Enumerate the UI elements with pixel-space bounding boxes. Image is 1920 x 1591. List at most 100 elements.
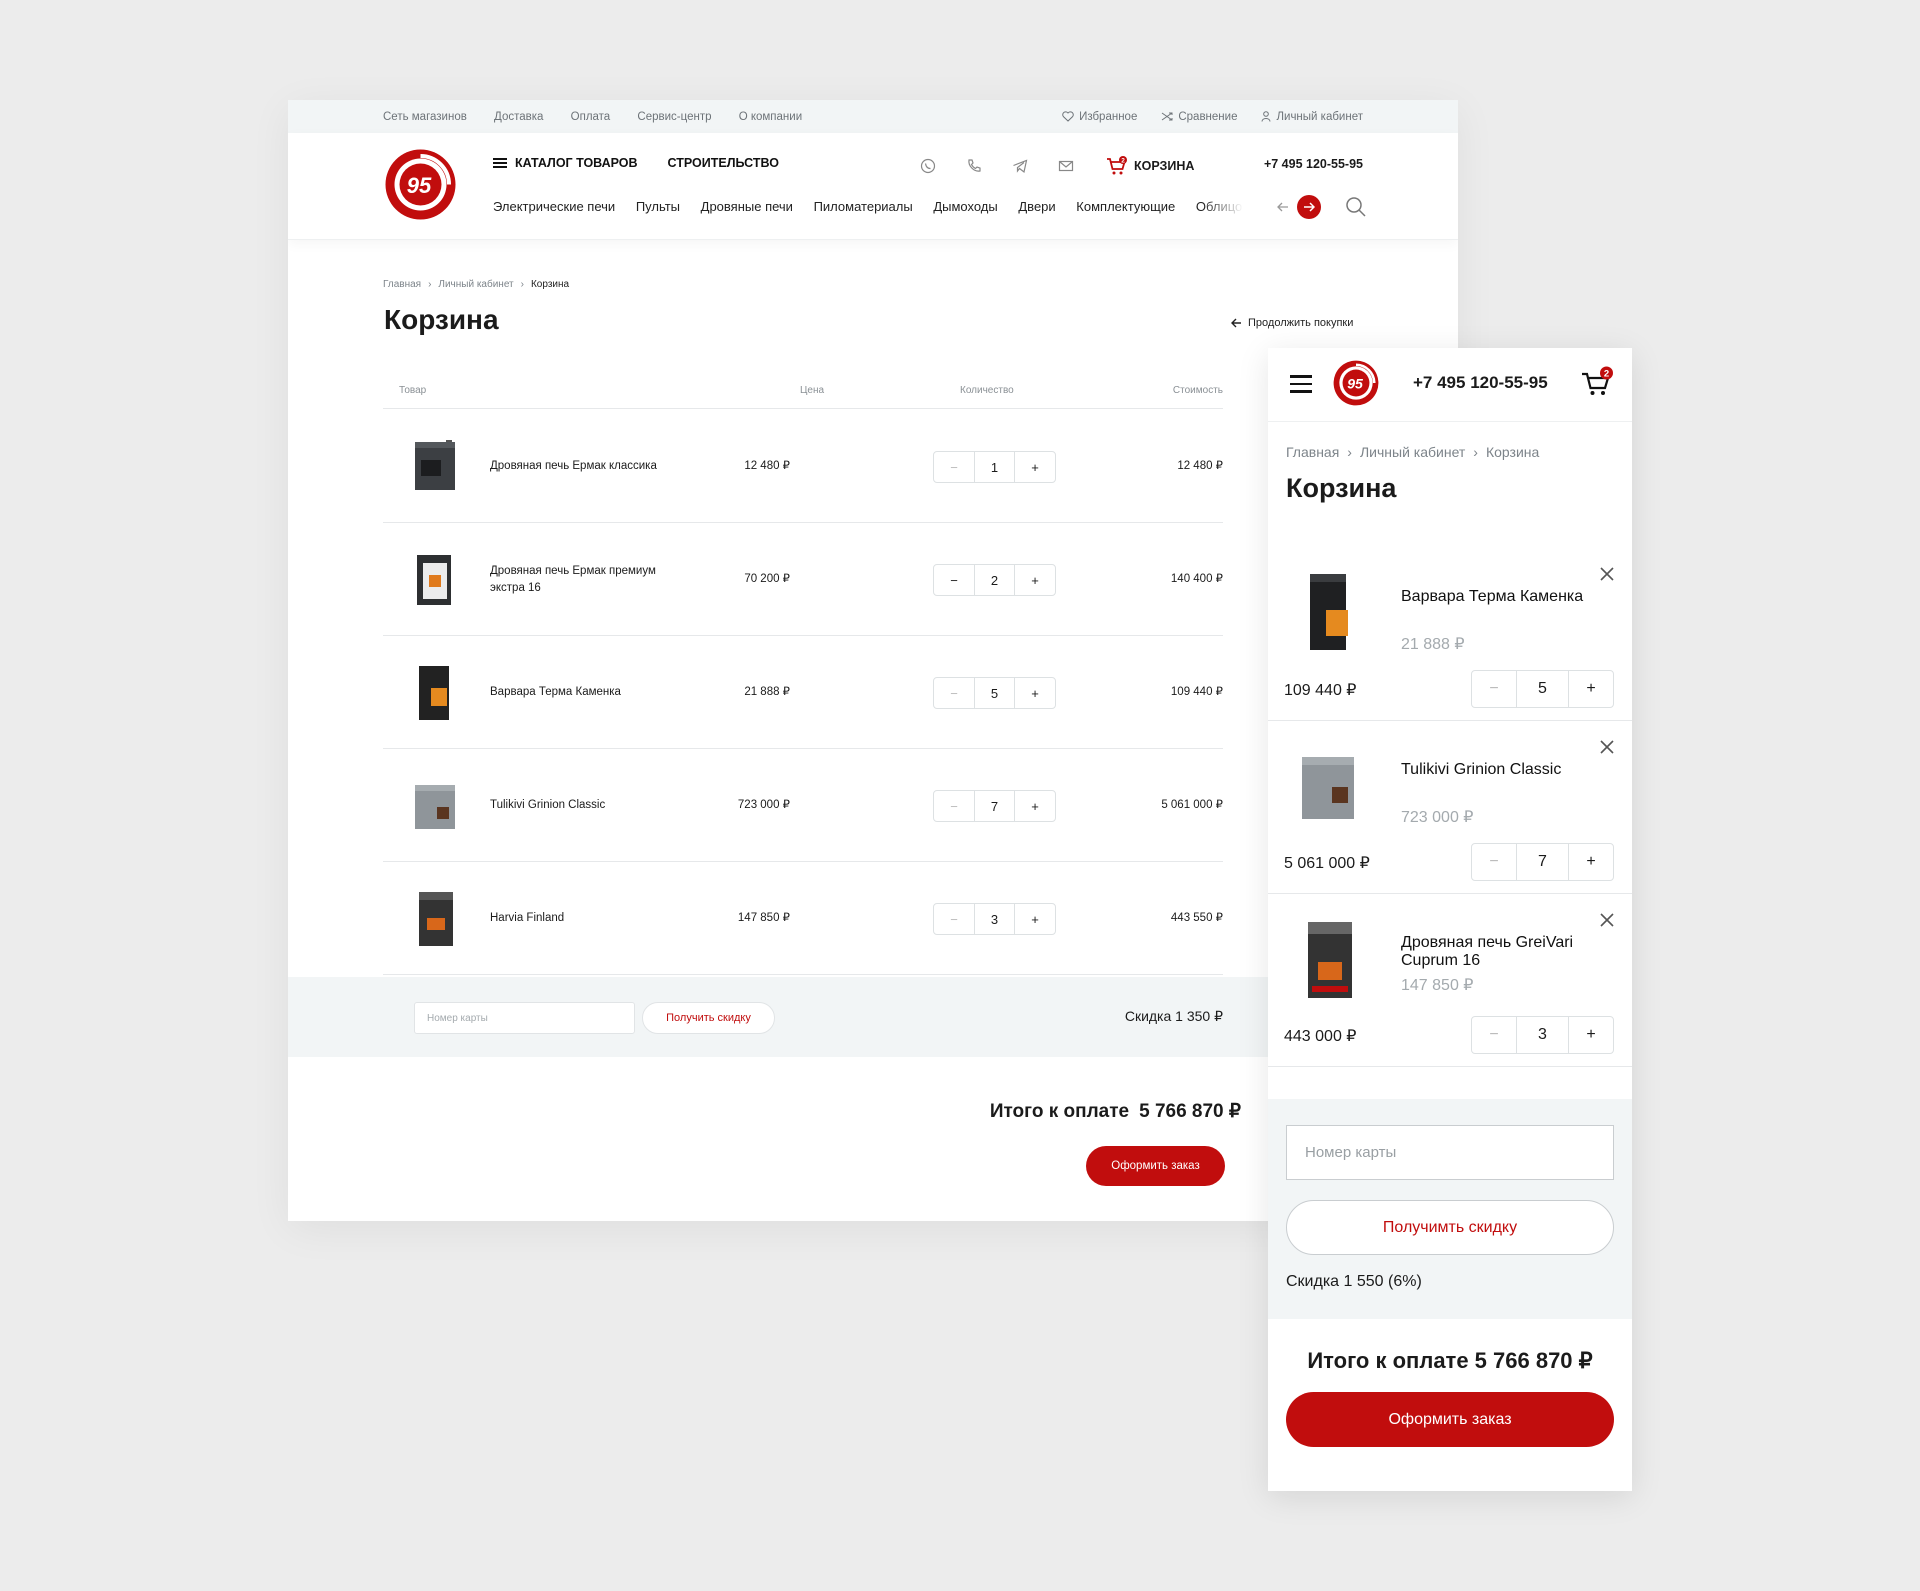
product-image[interactable] xyxy=(1288,568,1368,658)
table-header: Товар Цена Количество Стоимость xyxy=(383,385,1223,409)
header-phone[interactable]: +7 495 120-55-95 xyxy=(1413,373,1548,393)
product-name[interactable]: Дровяная печь Ермак классика xyxy=(490,410,690,523)
heart-icon xyxy=(1062,111,1074,122)
product-image[interactable] xyxy=(401,432,469,500)
product-name[interactable]: Tulikivi Grinion Classic xyxy=(490,749,690,862)
category-electric-stoves[interactable]: Электрические печи xyxy=(493,199,615,214)
product-name[interactable]: Варвара Терма Каменка xyxy=(490,636,690,749)
arrow-left-icon[interactable] xyxy=(1271,195,1295,219)
cart-icon: 2 xyxy=(1107,156,1127,175)
category-doors[interactable]: Двери xyxy=(1018,199,1055,214)
checkout-button[interactable]: Оформить заказ xyxy=(1086,1146,1225,1186)
user-icon xyxy=(1261,111,1271,122)
increase-button[interactable]: + xyxy=(1015,791,1055,821)
breadcrumb-home[interactable]: Главная xyxy=(1286,444,1339,460)
header-phone[interactable]: +7 495 120-55-95 xyxy=(1264,157,1363,171)
quantity-value[interactable]: 2 xyxy=(974,565,1015,595)
quantity-value[interactable]: 7 xyxy=(974,791,1015,821)
decrease-button[interactable]: − xyxy=(1472,1017,1516,1053)
logo[interactable]: 95 xyxy=(1332,359,1380,407)
cart-icon[interactable]: 2 xyxy=(1580,366,1616,402)
product-name[interactable]: Варвара Терма Каменка xyxy=(1401,588,1601,606)
product-image[interactable] xyxy=(401,771,469,839)
product-image[interactable] xyxy=(1288,914,1368,1004)
page-title: Корзина xyxy=(1286,473,1397,503)
product-name[interactable]: Harvia Finland xyxy=(490,862,690,975)
quantity-value[interactable]: 1 xyxy=(974,452,1015,482)
breadcrumb-account[interactable]: Личный кабинет xyxy=(1360,444,1465,460)
breadcrumb-current: Корзина xyxy=(530,279,570,290)
product-name[interactable]: Дровяная печь Ермак премиум экстра 16 xyxy=(490,523,690,636)
category-remotes[interactable]: Пульты xyxy=(636,199,680,214)
decrease-button[interactable]: − xyxy=(1472,844,1516,880)
decrease-button[interactable]: − xyxy=(934,565,974,595)
decrease-button[interactable]: − xyxy=(934,678,974,708)
increase-button[interactable]: + xyxy=(1015,904,1055,934)
compare-link[interactable]: Сравнение xyxy=(1161,111,1237,123)
category-components[interactable]: Комплектующие xyxy=(1076,199,1175,214)
product-image[interactable] xyxy=(1288,741,1368,831)
increase-button[interactable]: + xyxy=(1015,452,1055,482)
close-icon[interactable] xyxy=(1599,912,1615,928)
shuffle-icon xyxy=(1162,112,1173,121)
decrease-button[interactable]: − xyxy=(934,904,974,934)
table-row: Harvia Finland 147 850 ₽ −3 + 443 550 ₽ xyxy=(383,862,1223,975)
increase-button[interactable]: + xyxy=(1015,678,1055,708)
chevron-right-icon: › xyxy=(1473,444,1478,460)
quantity-value[interactable]: 5 xyxy=(1516,671,1569,707)
decrease-button[interactable]: − xyxy=(934,452,974,482)
product-name[interactable]: Tulikivi Grinion Classic xyxy=(1401,761,1601,779)
product-image[interactable] xyxy=(401,545,469,613)
topbar-link-service[interactable]: Сервис-центр xyxy=(637,111,711,123)
quantity-value[interactable]: 3 xyxy=(1516,1017,1569,1053)
account-link[interactable]: Личный кабинет xyxy=(1261,111,1363,123)
increase-button[interactable]: + xyxy=(1569,1017,1613,1053)
arrow-right-icon[interactable] xyxy=(1297,195,1321,219)
catalog-button[interactable]: КАТАЛОГ ТОВАРОВ xyxy=(493,156,638,170)
favorites-link[interactable]: Избранное xyxy=(1062,111,1137,123)
close-icon[interactable] xyxy=(1599,739,1615,755)
increase-button[interactable]: + xyxy=(1569,844,1613,880)
quantity-value[interactable]: 3 xyxy=(974,904,1015,934)
telegram-icon[interactable] xyxy=(1009,155,1031,177)
category-cladding[interactable]: Облицо xyxy=(1196,199,1242,214)
increase-button[interactable]: + xyxy=(1015,565,1055,595)
cart-link[interactable]: 2 КОРЗИНА xyxy=(1106,156,1194,176)
breadcrumb-account[interactable]: Личный кабинет xyxy=(438,279,513,290)
category-lumber[interactable]: Пиломатериалы xyxy=(814,199,913,214)
quantity-value[interactable]: 7 xyxy=(1516,844,1569,880)
cart-count-badge: 2 xyxy=(1604,369,1609,380)
main-nav: КАТАЛОГ ТОВАРОВ СТРОИТЕЛЬСТВО xyxy=(493,156,779,170)
phone-icon[interactable] xyxy=(963,155,985,177)
favorites-label: Избранное xyxy=(1079,110,1138,123)
get-discount-button[interactable]: Получимть скидку xyxy=(1286,1200,1614,1255)
close-icon[interactable] xyxy=(1599,566,1615,582)
card-number-input[interactable] xyxy=(414,1002,635,1034)
product-price: 70 200 ₽ xyxy=(744,573,790,585)
decrease-button[interactable]: − xyxy=(1472,671,1516,707)
topbar-link-payment[interactable]: Оплата xyxy=(571,111,611,123)
get-discount-button[interactable]: Получить скидку xyxy=(642,1002,775,1034)
product-name[interactable]: Дровяная печь GreiVari Cuprum 16 xyxy=(1401,934,1601,970)
construction-link[interactable]: СТРОИТЕЛЬСТВО xyxy=(668,156,779,170)
category-wood-stoves[interactable]: Дровяные печи xyxy=(701,199,793,214)
card-number-input[interactable] xyxy=(1286,1125,1614,1180)
whatsapp-icon[interactable] xyxy=(917,155,939,177)
topbar-link-delivery[interactable]: Доставка xyxy=(494,111,543,123)
decrease-button[interactable]: − xyxy=(934,791,974,821)
breadcrumb-home[interactable]: Главная xyxy=(383,279,421,290)
mail-icon[interactable] xyxy=(1055,155,1077,177)
quantity-value[interactable]: 5 xyxy=(974,678,1015,708)
checkout-button[interactable]: Оформить заказ xyxy=(1286,1392,1614,1447)
increase-button[interactable]: + xyxy=(1569,671,1613,707)
category-chimneys[interactable]: Дымоходы xyxy=(933,199,997,214)
menu-icon[interactable] xyxy=(1290,375,1312,398)
search-icon[interactable] xyxy=(1344,195,1368,219)
product-image[interactable] xyxy=(401,884,469,952)
column-price: Цена xyxy=(800,385,825,396)
topbar-link-about[interactable]: О компании xyxy=(739,111,802,123)
product-image[interactable] xyxy=(401,658,469,726)
logo[interactable]: 95 xyxy=(383,147,458,222)
topbar-link-stores[interactable]: Сеть магазинов xyxy=(383,111,467,123)
continue-shopping-link[interactable]: Продолжить покупки xyxy=(1231,317,1353,329)
